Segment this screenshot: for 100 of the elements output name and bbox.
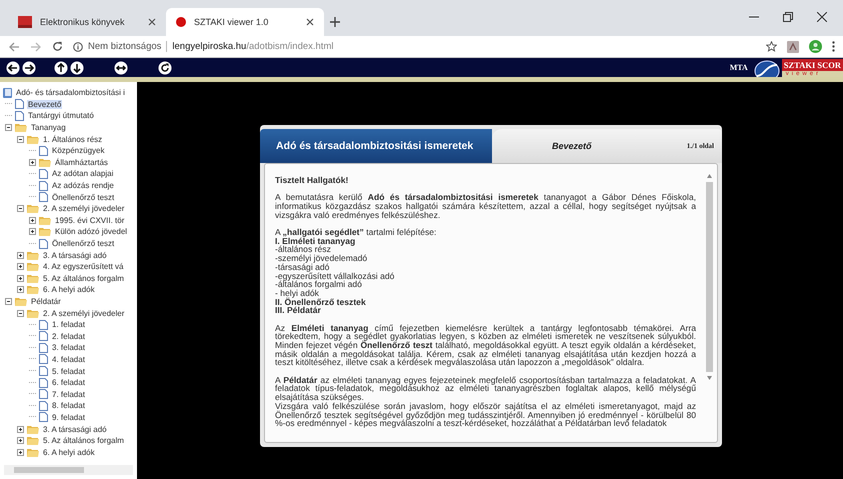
new-tab-icon[interactable] [330,17,340,27]
tree-item[interactable]: 4. feladat [51,354,86,364]
folder-icon [27,274,39,283]
last-page-icon[interactable] [22,60,36,74]
tree-item[interactable]: 4. Az egyszerűsített vá [42,262,124,272]
profile-icon[interactable] [809,40,822,53]
outline-line: I. Elméleti tananyag [275,236,356,246]
page-icon [39,354,48,364]
toggle-icon[interactable] [17,286,24,294]
folder-icon [27,262,39,272]
toggle-icon[interactable] [17,437,24,444]
folder-icon [39,216,51,225]
folder-icon [27,204,39,214]
toggle-icon[interactable] [29,216,36,224]
paragraph: A bemutatásra kerülő Adó és társadalombiztositási ismeretek tananyagot a Gábor Dénes Főiskola, informatikus közgazdász szakos hallgatói számára készítettem, azzal a céllal, hogy segítséget nyújtsak a vizsgákra való eredményes felkészüléshez. [275,193,696,220]
tree-root[interactable]: Adó- és társadalombiztosítási i [15,88,126,98]
tree-item[interactable]: Államháztartás [54,158,109,167]
tree-item[interactable]: Tananyag [30,123,67,132]
folder-icon [27,448,39,457]
toggle-icon[interactable] [5,298,12,305]
folder-icon [27,250,39,260]
tree-item[interactable]: 2. A személyi jövedeler [42,308,126,318]
down-icon[interactable] [70,60,84,74]
tree-item[interactable]: 1995. évi CXVII. tör [54,216,126,225]
tree-item[interactable]: 7. feladat [51,390,86,399]
back-icon[interactable] [8,42,20,52]
extension-icon[interactable] [787,40,799,52]
tree-item[interactable]: 5. Az általános forgalm [42,274,125,283]
greeting: Tisztelt Hallgatók! [275,176,350,185]
browser-tab[interactable]: Elektronikus könyvek [8,8,166,36]
tree-item[interactable]: Példatár [30,296,62,306]
tree-item[interactable]: 6. feladat [51,378,86,388]
tree-item[interactable]: Közpénzügyek [51,146,106,156]
restore-icon[interactable] [783,12,793,22]
close-icon[interactable] [148,18,156,26]
browser-tab[interactable]: SZTAKI viewer 1.0 [166,8,324,36]
toggle-icon[interactable] [17,252,24,259]
tree-item[interactable]: Az adótan alapjai [51,169,114,178]
tree-item[interactable]: 6. A helyi adók [42,285,96,294]
tree-item[interactable]: Az adózás rendje [51,181,115,190]
tree-item[interactable]: 1. Általános rész [42,134,104,144]
url-host: lengyelpiroska.hu [172,41,246,52]
horizontal-scrollbar[interactable] [4,465,133,475]
page-icon [39,146,48,156]
page-icon [15,99,24,110]
tree-item[interactable]: Önellenőrző teszt [51,239,116,248]
folder-icon [39,227,51,236]
outline-line: -általános rész [275,245,331,254]
page-icon [39,331,48,342]
tree-item[interactable]: 2. feladat [51,332,86,341]
toggle-icon[interactable] [17,274,24,282]
tree-item[interactable]: Külön adózó jövedel [54,227,128,236]
logo-title: SZTAKI SCOR [782,58,843,70]
tree-item[interactable]: Önellenőrző teszt [51,192,116,202]
tree-item[interactable]: 9. feladat [51,412,86,422]
toggle-icon[interactable] [17,310,24,317]
tree-item[interactable]: 3. A társasági adó [42,250,108,260]
security-label: Nem biztonságos [88,41,162,52]
page-icon [39,320,48,330]
page-icon [39,366,48,376]
tree-item[interactable]: 6. A helyi adók [42,448,96,457]
folder-icon [15,123,27,132]
tree-item[interactable]: 5. Az általános forgalm [42,436,125,446]
paragraph: A Példatár az elméleti tananyag egyes fejezeteinek megfelelő csoportosításban tartalmazza a feladatokat. A feladatok típus-feladatok, megoldásukhoz az elméleti tananyagrészben foglaltak alapos, kellő mélységű elsajátítása szükséges. [275,376,696,402]
outline-line: II. Önellenőrző tesztek [275,298,367,306]
address-field[interactable]: Nem biztonságos lengyelpiroska.hu/adotbism/index.html [73,38,756,55]
tree-item[interactable]: 3. feladat [51,343,86,352]
tree-item[interactable]: 2. A személyi jövedeler [42,204,126,214]
folder-icon [27,285,39,294]
brand-label: MTA [730,63,748,72]
swap-icon[interactable] [114,60,128,74]
scroll-up-icon[interactable] [707,174,712,178]
folder-icon [27,308,39,318]
tree-item[interactable]: 5. feladat [51,366,86,376]
page-icon [39,378,48,388]
reload-icon[interactable] [158,60,172,74]
toggle-icon[interactable] [17,136,24,143]
tree-item[interactable]: 8. feladat [51,401,86,410]
tree-item[interactable]: Tantárgyi útmutató [27,111,95,120]
book-icon [3,88,12,98]
up-icon[interactable] [54,60,68,74]
toggle-icon[interactable] [17,205,24,212]
toggle-icon[interactable] [17,448,24,456]
tree-item[interactable]: 1. feladat [51,320,86,330]
scroll-down-icon[interactable] [707,376,712,380]
toggle-icon[interactable] [17,426,24,433]
first-page-icon[interactable] [6,60,20,74]
star-icon[interactable] [766,41,777,52]
tree-item[interactable]: Bevezető [27,100,62,109]
close-icon[interactable] [817,12,827,22]
toggle-icon[interactable] [29,158,36,166]
menu-icon[interactable] [832,41,835,52]
page-icon [15,110,24,121]
reload-icon[interactable] [52,41,63,52]
tree-item[interactable]: 3. A társasági adó [42,424,108,434]
close-icon[interactable] [306,18,314,26]
toggle-icon[interactable] [5,124,12,132]
toggle-icon[interactable] [17,263,24,270]
toggle-icon[interactable] [29,228,36,236]
section-title: Bevezető [552,141,593,151]
